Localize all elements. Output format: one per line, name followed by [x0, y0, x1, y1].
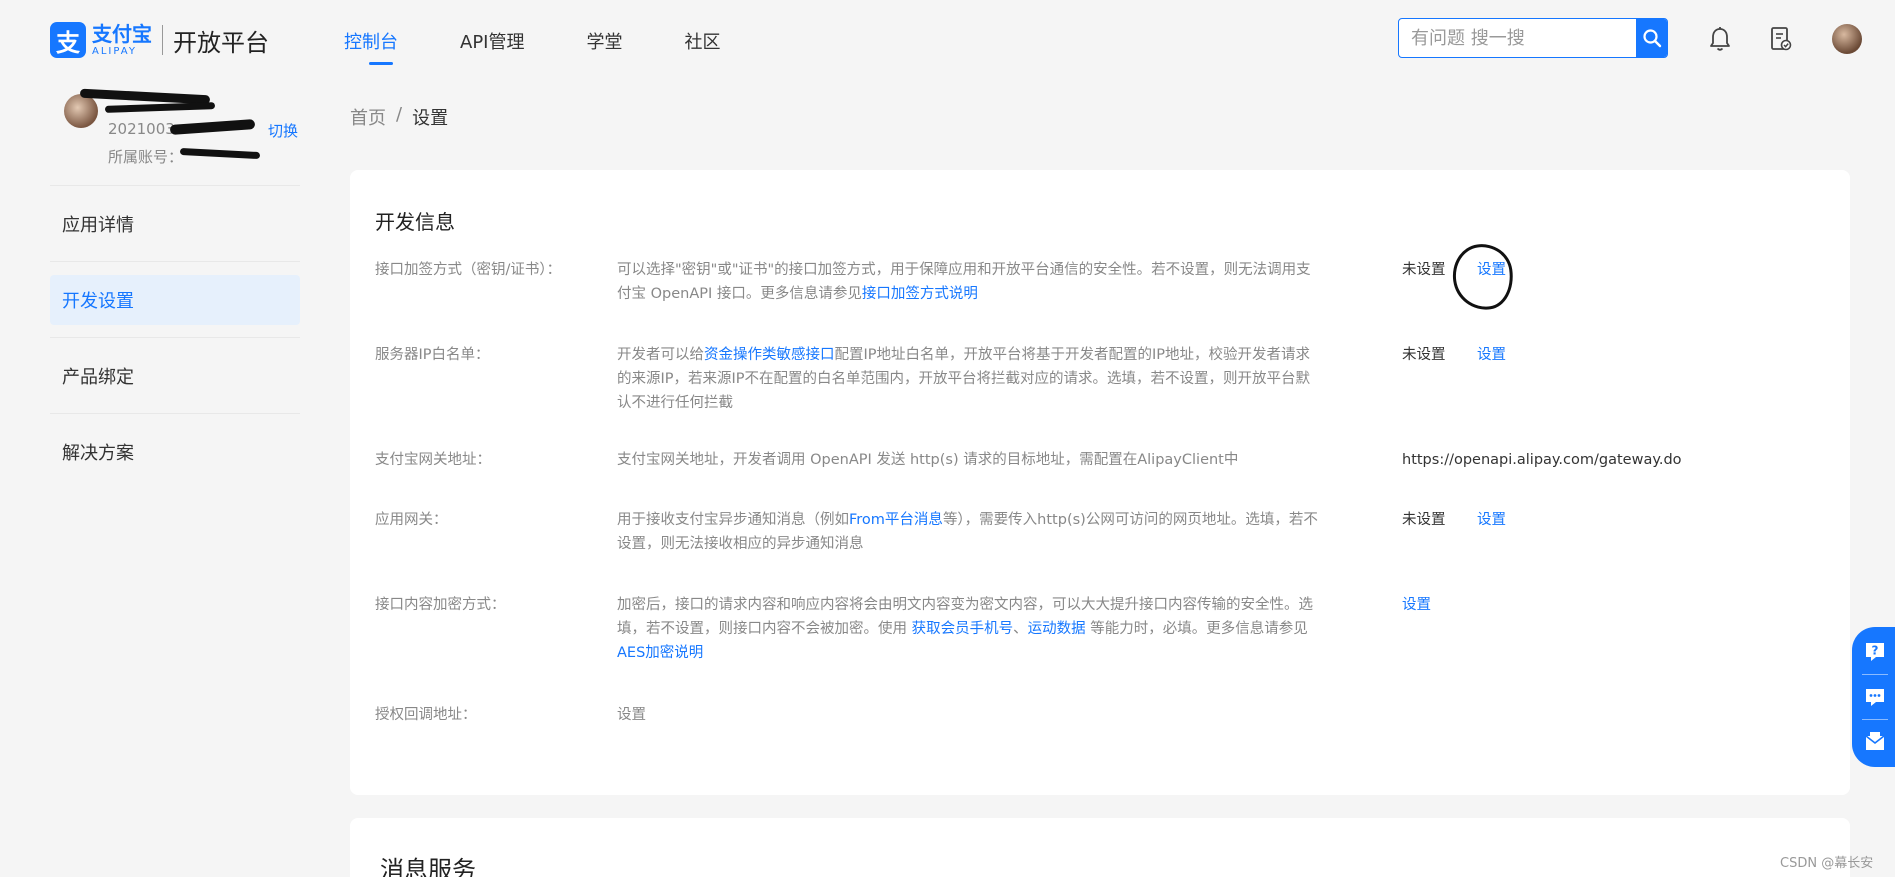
document-check-icon — [1771, 27, 1792, 51]
top-header: 支 支付宝 ALIPAY 开放平台 控制台 API管理 学堂 社区 — [0, 0, 1895, 80]
app-gateway-status: 未设置 — [1402, 512, 1446, 528]
ip-whitelist-desc: 开发者可以给资金操作类敏感接口配置IP地址白名单，开放平台将基于开发者配置的IP… — [617, 347, 1311, 411]
nav-api-management[interactable]: API管理 — [460, 28, 524, 64]
logo-divider — [162, 25, 163, 55]
redaction-scribble — [169, 119, 256, 135]
breadcrumb-home[interactable]: 首页 — [350, 104, 386, 130]
breadcrumb-separator: / — [396, 104, 403, 125]
message-service-card: 消息服务 — [350, 818, 1850, 877]
breadcrumb-current: 设置 — [412, 108, 449, 129]
help-icon: ? — [1866, 643, 1884, 662]
account-id: 2021003 — [108, 120, 175, 138]
switch-account-link[interactable]: 切换 — [268, 120, 298, 141]
gateway-address-desc: 支付宝网关地址，开发者调用 OpenAPI 发送 http(s) 请求的目标地址… — [617, 452, 1239, 468]
nav-academy[interactable]: 学堂 — [586, 28, 622, 64]
signing-method-desc: 可以选择"密钥"或"证书"的接口加签方式，用于保障应用和开放平台通信的安全性。若… — [617, 262, 1311, 302]
search-input[interactable] — [1399, 19, 1636, 57]
search-button[interactable] — [1636, 19, 1667, 57]
chat-icon — [1866, 688, 1884, 706]
account-owner-label: 所属账号： — [108, 148, 184, 166]
search-icon — [1642, 29, 1661, 48]
sensitive-api-link[interactable]: 资金操作类敏感接口 — [704, 347, 835, 363]
signing-method-doc-link[interactable]: 接口加签方式说明 — [862, 286, 978, 302]
sidebar-item-solutions[interactable]: 解决方案 — [50, 414, 300, 490]
breadcrumb: 首页 / 设置 — [350, 104, 448, 130]
float-divider — [1862, 718, 1888, 720]
member-phone-link[interactable]: 获取会员手机号 — [912, 621, 1014, 637]
ip-whitelist-set-button[interactable]: 设置 — [1477, 343, 1506, 367]
sport-data-link[interactable]: 运动数据 — [1028, 621, 1086, 637]
float-divider — [1862, 674, 1888, 676]
app-gateway-set-button[interactable]: 设置 — [1477, 508, 1506, 532]
main-nav: 控制台 API管理 学堂 社区 — [344, 28, 782, 65]
dev-info-title: 开发信息 — [375, 210, 455, 234]
svg-text:?: ? — [1872, 644, 1879, 658]
logo-brand-text: 支付宝 — [92, 21, 152, 46]
signing-method-label: 接口加签方式（密钥/证书）： — [375, 262, 562, 278]
redaction-scribble — [104, 102, 216, 113]
ip-whitelist-status: 未设置 — [1402, 347, 1446, 363]
message-service-title: 消息服务 — [380, 856, 476, 877]
user-avatar[interactable] — [1832, 24, 1862, 54]
logo-sub-text: ALIPAY — [92, 45, 137, 57]
sidebar: 2021003 所属账号： 切换 应用详情 开发设置 产品绑定 解决方案 — [50, 86, 300, 490]
auth-callback-label: 授权回调地址： — [375, 707, 477, 723]
bell-icon — [1710, 27, 1730, 51]
content-encryption-label: 接口内容加密方式： — [375, 597, 506, 613]
redaction-scribble — [179, 147, 261, 160]
hand-drawn-circle-annotation — [1448, 240, 1518, 314]
auth-callback-set-button[interactable]: 设置 — [617, 703, 1347, 727]
platform-message-link[interactable]: From平台消息 — [849, 512, 943, 528]
alipay-logo[interactable]: 支 支付宝 ALIPAY 开放平台 — [50, 22, 269, 58]
sidebar-item-dev-settings[interactable]: 开发设置 — [50, 274, 300, 325]
sidebar-item-product-binding[interactable]: 产品绑定 — [50, 338, 300, 414]
help-button[interactable]: ? — [1862, 639, 1888, 665]
signing-method-status: 未设置 — [1402, 262, 1446, 278]
gateway-address-value: https://openapi.alipay.com/gateway.do — [1402, 452, 1682, 468]
feedback-button[interactable] — [1862, 729, 1888, 755]
watermark-text: CSDN @幕长安 — [1780, 856, 1874, 871]
content-encryption-desc: 加密后，接口的请求内容和响应内容将会由明文内容变为密文内容，可以大大提升接口内容… — [617, 597, 1313, 661]
nav-console[interactable]: 控制台 — [344, 28, 398, 65]
notification-bell-button[interactable] — [1705, 24, 1735, 54]
mail-icon — [1865, 731, 1885, 750]
search-box — [1398, 18, 1668, 58]
app-avatar — [64, 94, 98, 128]
chat-button[interactable] — [1862, 684, 1888, 710]
dev-info-card: 开发信息 接口加签方式（密钥/证书）： 可以选择"密钥"或"证书"的接口加签方式… — [350, 170, 1850, 795]
alipay-logo-icon: 支 — [50, 22, 86, 58]
nav-community[interactable]: 社区 — [684, 28, 720, 64]
tasks-button[interactable] — [1766, 24, 1796, 54]
account-panel: 2021003 所属账号： 切换 — [50, 86, 300, 186]
app-gateway-desc: 用于接收支付宝异步通知消息（例如From平台消息等），需要传入http(s)公网… — [617, 512, 1318, 552]
floating-toolbar: ? — [1852, 627, 1895, 767]
aes-encryption-doc-link[interactable]: AES加密说明 — [617, 645, 703, 661]
gateway-address-label: 支付宝网关地址： — [375, 452, 491, 468]
content-encryption-set-button[interactable]: 设置 — [1402, 593, 1431, 617]
platform-name: 开放平台 — [173, 28, 269, 57]
app-gateway-label: 应用网关： — [375, 512, 448, 528]
sidebar-item-app-details[interactable]: 应用详情 — [50, 186, 300, 262]
ip-whitelist-label: 服务器IP白名单： — [375, 347, 490, 363]
